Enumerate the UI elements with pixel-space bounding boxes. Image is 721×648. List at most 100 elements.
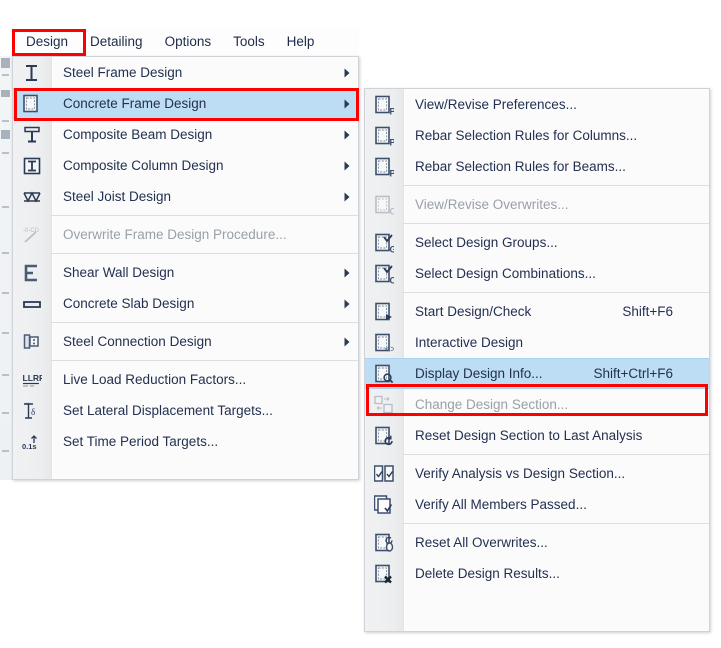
concrete-frame-design-submenu[interactable]: PView/Revise Preferences... PRebar Selec…: [364, 88, 710, 632]
rebar-columns-p-icon: P: [365, 120, 403, 151]
menu-item-label: Verify All Members Passed...: [403, 497, 687, 512]
cfd-menu-item-view-revise-overwrites: O View/Revise Overwrites...: [365, 189, 709, 220]
overwrite-frame-procedure-icon: -0-CD: [13, 219, 51, 250]
menu-item-label: Set Lateral Displacement Targets...: [51, 403, 336, 418]
svg-text:0.1s: 0.1s: [22, 442, 37, 451]
menu-item-label: Change Design Section...: [403, 397, 687, 412]
design-menu-item-overwrite-frame-design-procedure: -0-CD Overwrite Frame Design Procedure..…: [13, 219, 358, 250]
design-menu-item-steel-joist-design[interactable]: Steel Joist Design: [13, 181, 358, 212]
menu-bar[interactable]: Design Detailing Options Tools Help: [12, 28, 359, 57]
design-menu-item-set-lateral-displacement-targets[interactable]: δ **Set Lateral Displacement Targets...: [13, 395, 358, 426]
design-menu-item-set-time-period-targets[interactable]: 0.1s Set Time Period Targets...: [13, 426, 358, 457]
interactive-design-icon: <>: [365, 327, 403, 358]
design-menu-item-concrete-slab-design[interactable]: Concrete Slab Design: [13, 288, 358, 319]
submenu-arrow-icon: [336, 68, 358, 78]
menu-item-label: Shear Wall Design: [51, 265, 336, 280]
menubar-item-detailing[interactable]: Detailing: [79, 30, 154, 55]
design-menu-item-steel-frame-design[interactable]: Steel Frame Design: [13, 57, 358, 88]
composite-beam-design-icon: [13, 119, 51, 150]
svg-text:O: O: [390, 206, 395, 215]
menu-separator: [51, 253, 358, 254]
design-menu-item-live-load-reduction-factors[interactable]: LLRF Live Load Reduction Factors...: [13, 364, 358, 395]
screenshot-stage: Design Detailing Options Tools Help Stee…: [0, 0, 721, 648]
cfd-menu-item-reset-design-section-to-last-analysis[interactable]: Reset Design Section to Last Analysis: [365, 420, 709, 451]
design-menu-item-concrete-frame-design[interactable]: Concrete Frame Design: [13, 88, 358, 119]
svg-text:G: G: [390, 244, 395, 253]
submenu-arrow-icon: [336, 130, 358, 140]
design-combos-c-icon: C: [365, 258, 403, 289]
menu-item-label: Concrete Frame Design: [51, 96, 336, 111]
menu-item-label: Rebar Selection Rules for Beams...: [403, 159, 687, 174]
svg-text:**: **: [25, 403, 30, 409]
design-menu-item-steel-connection-design[interactable]: Steel Connection Design: [13, 326, 358, 357]
cfd-menu-item-rebar-selection-rules-for-beams[interactable]: PRebar Selection Rules for Beams...: [365, 151, 709, 182]
submenu-arrow-icon: [336, 299, 358, 309]
menu-item-label: Delete Design Results...: [403, 566, 687, 581]
cfd-menu-item-select-design-combinations[interactable]: C Select Design Combinations...: [365, 258, 709, 289]
menubar-item-tools[interactable]: Tools: [222, 30, 276, 55]
rebar-beams-p-icon: P: [365, 151, 403, 182]
svg-text:P: P: [390, 137, 395, 146]
overwrites-o-icon: O: [365, 189, 403, 220]
design-menu-item-shear-wall-design[interactable]: Shear Wall Design: [13, 257, 358, 288]
menubar-item-options[interactable]: Options: [154, 30, 223, 55]
cfd-menu-item-delete-design-results[interactable]: Delete Design Results...: [365, 558, 709, 589]
design-menu-item-composite-beam-design[interactable]: Composite Beam Design: [13, 119, 358, 150]
time-period-icon: 0.1s: [13, 426, 51, 457]
display-design-info-icon: [365, 358, 403, 389]
cfd-menu-item-display-design-info[interactable]: Display Design Info...Shift+Ctrl+F6: [365, 358, 709, 389]
menu-item-shortcut: Shift+F6: [622, 304, 687, 319]
menu-item-shortcut: Shift+Ctrl+F6: [593, 366, 687, 381]
cfd-menu-item-select-design-groups[interactable]: G Select Design Groups...: [365, 227, 709, 258]
menu-item-label: Set Time Period Targets...: [51, 434, 336, 449]
cfd-menu-item-rebar-selection-rules-for-columns[interactable]: PRebar Selection Rules for Columns...: [365, 120, 709, 151]
menu-item-label: Verify Analysis vs Design Section...: [403, 466, 687, 481]
reset-overwrites-icon: [365, 527, 403, 558]
menu-separator: [403, 523, 709, 524]
menu-item-label: Interactive Design: [403, 335, 687, 350]
menu-item-label: Select Design Combinations...: [403, 266, 687, 281]
cfd-menu-item-start-design-check[interactable]: Start Design/CheckShift+F6: [365, 296, 709, 327]
menu-item-label: Start Design/Check: [403, 304, 622, 319]
reset-design-section-icon: [365, 420, 403, 451]
svg-text:C: C: [390, 275, 395, 284]
menu-separator: [403, 454, 709, 455]
menu-separator: [51, 215, 358, 216]
menu-item-label: View/Revise Overwrites...: [403, 197, 687, 212]
menubar-item-help[interactable]: Help: [276, 30, 326, 55]
svg-text:LLRF: LLRF: [23, 373, 43, 383]
start-design-icon: [365, 296, 403, 327]
steel-connection-design-icon: [13, 326, 51, 357]
cfd-menu-item-reset-all-overwrites[interactable]: Reset All Overwrites...: [365, 527, 709, 558]
design-dropdown-menu[interactable]: Steel Frame Design Concrete Frame Design…: [12, 56, 359, 480]
steel-frame-design-icon: [13, 57, 51, 88]
change-design-section-icon: [365, 389, 403, 420]
preferences-p-icon: P: [365, 89, 403, 120]
menu-separator: [51, 322, 358, 323]
menu-item-label: Composite Beam Design: [51, 127, 336, 142]
design-menu-item-composite-column-design[interactable]: Composite Column Design: [13, 150, 358, 181]
submenu-arrow-icon: [336, 99, 358, 109]
cfd-menu-item-interactive-design[interactable]: <>Interactive Design: [365, 327, 709, 358]
cfd-menu-item-verify-analysis-vs-design-section[interactable]: Verify Analysis vs Design Section...: [365, 458, 709, 489]
menu-item-label: Steel Frame Design: [51, 65, 336, 80]
cfd-menu-item-verify-all-members-passed[interactable]: Verify All Members Passed...: [365, 489, 709, 520]
menu-item-label: Select Design Groups...: [403, 235, 687, 250]
menu-separator: [403, 292, 709, 293]
menu-item-label: Concrete Slab Design: [51, 296, 336, 311]
verify-analysis-icon: [365, 458, 403, 489]
cfd-menu-item-view-revise-preferences[interactable]: PView/Revise Preferences...: [365, 89, 709, 120]
menubar-item-design[interactable]: Design: [15, 30, 79, 55]
submenu-arrow-icon: [336, 337, 358, 347]
submenu-arrow-icon: [336, 192, 358, 202]
steel-joist-design-icon: [13, 181, 51, 212]
verify-members-icon: [365, 489, 403, 520]
svg-text:δ: δ: [31, 407, 35, 417]
submenu-arrow-icon: [336, 161, 358, 171]
composite-column-design-icon: [13, 150, 51, 181]
lateral-displacement-icon: δ **: [13, 395, 51, 426]
llrf-icon: LLRF: [13, 364, 51, 395]
cfd-menu-item-change-design-section: Change Design Section...: [365, 389, 709, 420]
shear-wall-design-icon: [13, 257, 51, 288]
menu-separator: [403, 223, 709, 224]
